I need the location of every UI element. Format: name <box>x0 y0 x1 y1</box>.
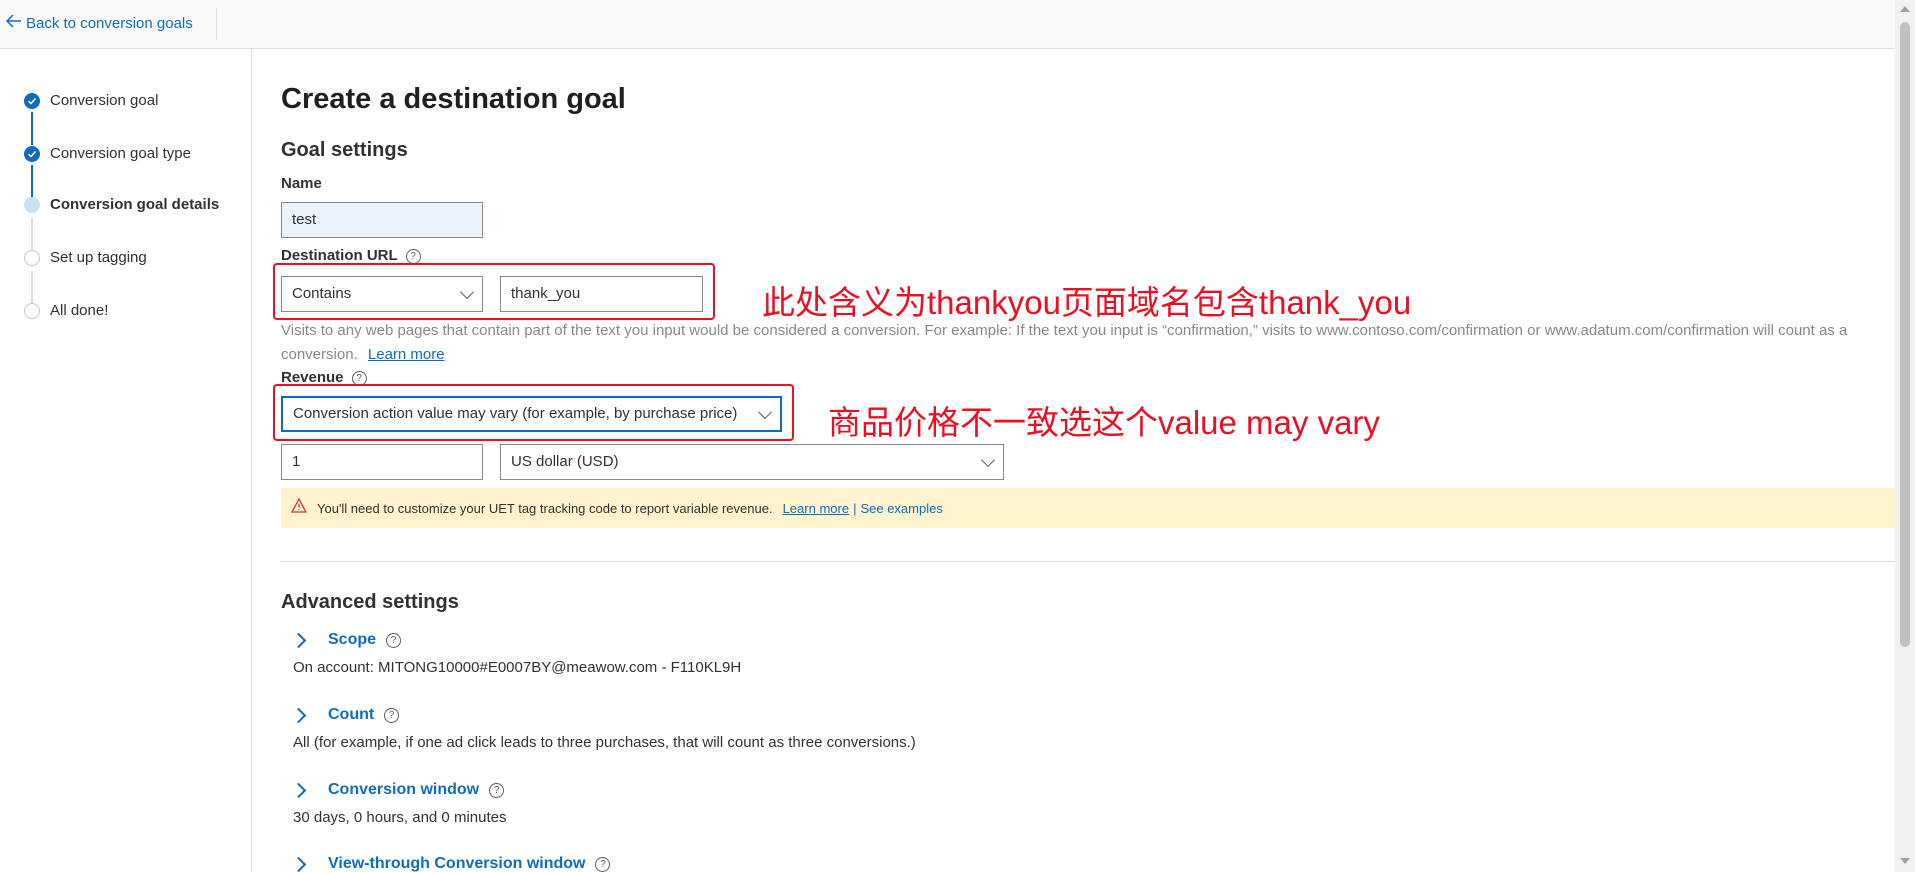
step-conversion-goal[interactable]: Conversion goal <box>24 92 158 109</box>
link-separator: | <box>853 500 857 516</box>
back-link-label: Back to conversion goals <box>26 14 193 32</box>
help-icon[interactable]: ? <box>386 632 402 648</box>
step-label: Conversion goal details <box>50 196 220 213</box>
scroll-up-icon[interactable] <box>1900 6 1910 12</box>
scope-value: On account: MITONG10000#E0007BY@meawow.c… <box>293 659 742 676</box>
conversion-window-value: 30 days, 0 hours, and 0 minutes <box>293 809 507 826</box>
scrollbar-thumb[interactable] <box>1900 22 1910 647</box>
scroll-down-icon[interactable] <box>1900 858 1910 864</box>
step-connector <box>31 218 33 253</box>
help-icon[interactable]: ? <box>489 782 505 798</box>
currency-dropdown[interactable]: US dollar (USD) <box>500 444 1004 480</box>
step-conversion-goal-type[interactable]: Conversion goal type <box>24 145 191 162</box>
main-content: Create a destination goal Goal settings … <box>281 49 1895 872</box>
destination-url-hint: Visits to any web pages that contain par… <box>281 319 1881 367</box>
step-set-up-tagging[interactable]: Set up tagging <box>24 249 147 266</box>
back-to-goals-link[interactable]: Back to conversion goals <box>5 14 193 32</box>
destination-url-hint-text: Visits to any web pages that contain par… <box>281 322 1848 363</box>
step-connector <box>31 165 33 198</box>
step-label: All done! <box>50 302 109 319</box>
revenue-amount-input[interactable]: 1 <box>281 444 483 480</box>
scope-title: Scope <box>328 631 377 648</box>
count-value: All (for example, if one ad click leads … <box>293 734 916 751</box>
check-circle-icon <box>24 145 40 162</box>
chevron-right-icon <box>290 782 307 798</box>
empty-circle-icon <box>24 302 40 319</box>
wizard-stepper: Conversion goal Conversion goal type Con… <box>0 49 252 872</box>
name-label: Name <box>281 175 322 192</box>
page-title: Create a destination goal <box>281 83 626 115</box>
help-icon[interactable]: ? <box>405 248 421 264</box>
view-through-window-title: View-through Conversion window <box>328 855 586 872</box>
chevron-right-icon <box>290 856 307 872</box>
goal-settings-heading: Goal settings <box>281 139 408 161</box>
annotation-note-revenue: 商品价格不一致选这个value may vary <box>828 404 1380 441</box>
section-divider <box>281 561 1895 562</box>
count-toggle[interactable]: Count ? <box>290 706 400 724</box>
see-examples-link[interactable]: See examples <box>860 501 942 516</box>
learn-more-link[interactable]: Learn more <box>368 346 445 363</box>
chevron-down-icon <box>980 452 996 467</box>
current-step-icon <box>24 196 40 213</box>
topbar-divider <box>216 8 217 40</box>
currency-value: US dollar (USD) <box>511 453 619 470</box>
warning-icon <box>290 497 308 518</box>
check-circle-icon <box>24 92 40 109</box>
vertical-scrollbar[interactable] <box>1895 0 1915 872</box>
advanced-settings-heading: Advanced settings <box>281 591 459 613</box>
help-icon[interactable]: ? <box>384 707 400 723</box>
chevron-right-icon <box>290 632 307 648</box>
step-label: Set up tagging <box>50 249 147 266</box>
step-label: Conversion goal <box>50 92 159 109</box>
step-conversion-goal-details[interactable]: Conversion goal details <box>24 196 219 213</box>
step-connector <box>31 112 33 145</box>
warning-text: You'll need to customize your UET tag tr… <box>317 500 773 516</box>
annotation-box-destination <box>273 263 715 320</box>
step-label: Conversion goal type <box>50 145 191 162</box>
empty-circle-icon <box>24 249 40 266</box>
view-through-window-toggle[interactable]: View-through Conversion window ? <box>290 855 611 873</box>
help-icon[interactable]: ? <box>595 856 611 872</box>
arrow-left-icon <box>5 14 22 32</box>
step-connector <box>31 271 33 306</box>
top-bar: Back to conversion goals <box>0 0 1895 49</box>
annotation-note-destination: 此处含义为thankyou页面域名包含thank_you <box>762 284 1412 321</box>
destination-url-label: Destination URL? <box>281 247 421 264</box>
uet-warning-banner: You'll need to customize your UET tag tr… <box>281 488 1895 528</box>
warning-learn-more-link[interactable]: Learn more <box>783 501 849 516</box>
destination-url-label-text: Destination URL <box>281 247 398 264</box>
conversion-window-title: Conversion window <box>328 781 480 798</box>
name-input[interactable]: test <box>281 202 483 238</box>
count-title: Count <box>328 706 375 723</box>
scope-toggle[interactable]: Scope ? <box>290 631 402 649</box>
conversion-window-toggle[interactable]: Conversion window ? <box>290 781 505 799</box>
step-all-done[interactable]: All done! <box>24 302 108 319</box>
annotation-box-revenue <box>273 384 794 441</box>
chevron-right-icon <box>290 707 307 723</box>
